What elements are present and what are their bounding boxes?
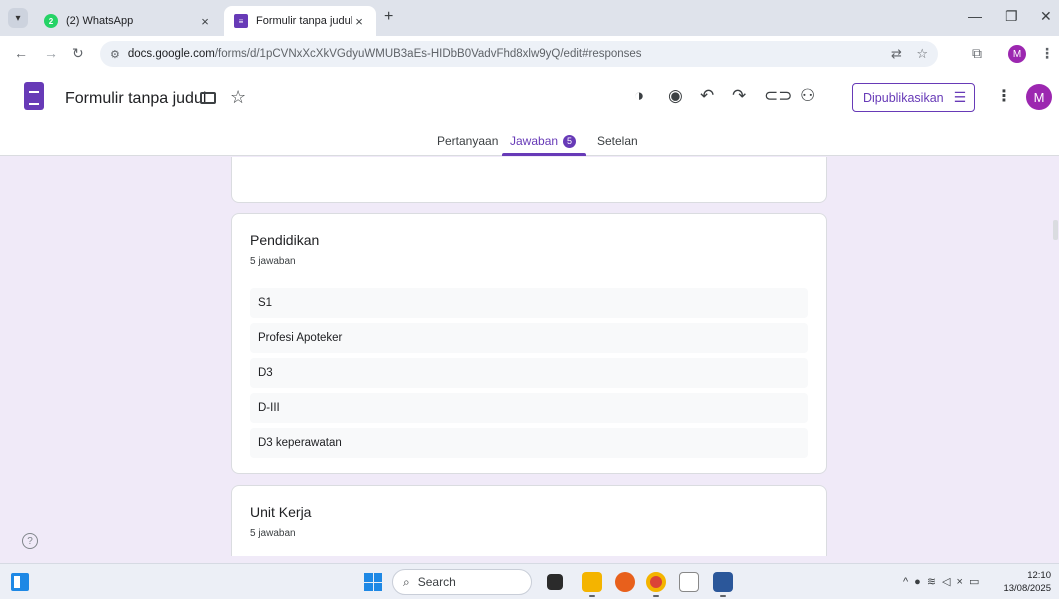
browser-tab-strip: ▾ 2 (2) WhatsApp × ≡ Formulir tanpa judu… bbox=[0, 0, 1059, 36]
responses-content[interactable]: Pendidikan 5 jawaban S1 Profesi Apoteker… bbox=[0, 157, 1059, 556]
wifi-icon[interactable]: ≋ bbox=[927, 576, 942, 588]
running-indicator bbox=[720, 595, 726, 597]
google-forms-icon: ≡ bbox=[234, 14, 248, 28]
help-icon[interactable]: ? bbox=[22, 533, 38, 549]
bookmark-star-icon[interactable]: ☆ bbox=[916, 46, 928, 61]
browser-profile-avatar[interactable]: M bbox=[1008, 45, 1026, 63]
scrollbar-thumb[interactable] bbox=[1053, 220, 1058, 240]
translate-icon[interactable]: ⇄ bbox=[891, 46, 902, 61]
search-icon: ⌕ bbox=[403, 574, 410, 589]
answer-item: Profesi Apoteker bbox=[250, 323, 808, 353]
clock[interactable]: 12:10 13/08/2025 bbox=[1003, 569, 1051, 595]
omnibox-actions: ⇄ ☆ bbox=[891, 46, 928, 62]
close-tab-icon[interactable]: × bbox=[198, 14, 212, 29]
battery-icon[interactable]: ▭ bbox=[969, 576, 985, 588]
firefox-icon[interactable] bbox=[615, 572, 635, 592]
answer-item: D3 bbox=[250, 358, 808, 388]
address-bar-row: ← → ↻ ⚙ docs.google.com/forms/d/1pCVNxXc… bbox=[0, 36, 1059, 72]
reload-icon[interactable]: ↻ bbox=[72, 45, 84, 62]
running-indicator bbox=[653, 595, 659, 597]
tab-responses[interactable]: Jawaban 5 bbox=[510, 134, 577, 148]
forward-icon[interactable]: → bbox=[44, 45, 58, 61]
widgets-icon[interactable] bbox=[11, 573, 29, 591]
redo-icon[interactable]: ↷ bbox=[732, 86, 746, 106]
question-title: Pendidikan bbox=[250, 232, 320, 248]
word-icon[interactable] bbox=[713, 572, 733, 592]
publish-settings-icon: ☰ bbox=[953, 89, 967, 105]
star-icon[interactable]: ☆ bbox=[230, 87, 246, 108]
chart-card bbox=[231, 157, 827, 203]
tab-title: Formulir tanpa judul - Google F bbox=[256, 15, 352, 27]
extensions-icon[interactable]: ⧉ bbox=[972, 45, 982, 62]
taskbar: ⌕ Search ^●≋◁×▭ 12:10 13/08/2025 bbox=[0, 563, 1059, 599]
form-title[interactable]: Formulir tanpa judul bbox=[65, 90, 206, 108]
chevron-up-icon[interactable]: ^ bbox=[903, 576, 914, 588]
response-count: 5 jawaban bbox=[250, 256, 296, 267]
response-count: 5 jawaban bbox=[250, 528, 296, 539]
close-window-icon[interactable]: ✕ bbox=[1040, 8, 1052, 25]
answer-item: D-III bbox=[250, 393, 808, 423]
close-tab-icon[interactable]: × bbox=[352, 14, 366, 29]
responses-count-badge: 5 bbox=[563, 134, 577, 148]
tab-responses-label: Jawaban bbox=[510, 134, 559, 148]
question-title: Unit Kerja bbox=[250, 504, 312, 520]
url-path: /forms/d/1pCVNxXcXkVGdyuWMUB3aEs-HIDbB0V… bbox=[214, 48, 642, 60]
calendar-app-icon[interactable] bbox=[679, 572, 699, 592]
add-collaborators-icon[interactable]: ⚇ bbox=[800, 86, 815, 106]
copy-link-icon[interactable]: ⊂⊃ bbox=[764, 86, 793, 106]
form-tabs: Pertanyaan Jawaban 5 Setelan bbox=[0, 132, 1059, 156]
forms-header: Formulir tanpa judul ☆ ◑ ◉ ↶ ↷ ⊂⊃ ⚇ Dipu… bbox=[0, 72, 1059, 156]
tray-app-icon[interactable]: ● bbox=[914, 576, 927, 588]
customize-theme-icon[interactable]: ◑ bbox=[634, 86, 644, 106]
browser-menu-icon[interactable]: ⋮ bbox=[1040, 45, 1054, 62]
tab-settings[interactable]: Setelan bbox=[597, 134, 638, 148]
tab-title: (2) WhatsApp bbox=[66, 15, 134, 27]
url-host: docs.google.com bbox=[127, 48, 215, 60]
more-options-icon[interactable]: ⋮ bbox=[996, 86, 1012, 106]
windows-start-icon[interactable] bbox=[364, 573, 382, 591]
clock-date: 13/08/2025 bbox=[1003, 583, 1051, 594]
preview-eye-icon[interactable]: ◉ bbox=[668, 86, 683, 106]
question-card-pendidikan: Pendidikan 5 jawaban S1 Profesi Apoteker… bbox=[231, 213, 827, 474]
system-tray[interactable]: ^●≋◁×▭ bbox=[903, 575, 985, 588]
undo-icon[interactable]: ↶ bbox=[700, 86, 714, 106]
search-placeholder: Search bbox=[417, 575, 456, 589]
browser-tab-whatsapp[interactable]: 2 (2) WhatsApp × bbox=[34, 6, 222, 36]
minimize-icon[interactable]: — bbox=[968, 8, 982, 24]
clock-time: 12:10 bbox=[1027, 570, 1051, 581]
volume-muted-icon[interactable]: ◁× bbox=[942, 576, 969, 588]
browser-tab-forms[interactable]: ≡ Formulir tanpa judul - Google F × bbox=[224, 6, 376, 36]
published-button[interactable]: Dipublikasikan ☰ bbox=[852, 83, 975, 112]
active-tab-indicator bbox=[502, 153, 586, 156]
question-card-unit-kerja: Unit Kerja 5 jawaban bbox=[231, 485, 827, 556]
tab-questions[interactable]: Pertanyaan bbox=[437, 134, 498, 148]
google-forms-logo-icon[interactable] bbox=[24, 82, 44, 110]
file-explorer-icon[interactable] bbox=[582, 572, 602, 592]
site-settings-icon[interactable]: ⚙ bbox=[110, 48, 120, 61]
url-field[interactable]: ⚙ docs.google.com/forms/d/1pCVNxXcXkVGdy… bbox=[100, 41, 938, 67]
task-view-icon[interactable] bbox=[547, 574, 563, 590]
answer-item: D3 keperawatan bbox=[250, 428, 808, 458]
back-icon[interactable]: ← bbox=[14, 45, 28, 61]
tab-search-dropdown-icon[interactable]: ▾ bbox=[8, 8, 28, 28]
published-label: Dipublikasikan bbox=[863, 90, 944, 105]
running-indicator bbox=[589, 595, 595, 597]
answer-item: S1 bbox=[250, 288, 808, 318]
whatsapp-icon: 2 bbox=[44, 14, 58, 28]
restore-icon[interactable]: ❐ bbox=[1005, 8, 1018, 25]
move-to-folder-icon[interactable] bbox=[200, 92, 216, 104]
account-avatar[interactable]: M bbox=[1026, 84, 1052, 110]
new-tab-icon[interactable]: + bbox=[384, 8, 393, 26]
taskbar-search-input[interactable]: ⌕ Search bbox=[392, 569, 532, 595]
chrome-icon[interactable] bbox=[646, 572, 666, 592]
